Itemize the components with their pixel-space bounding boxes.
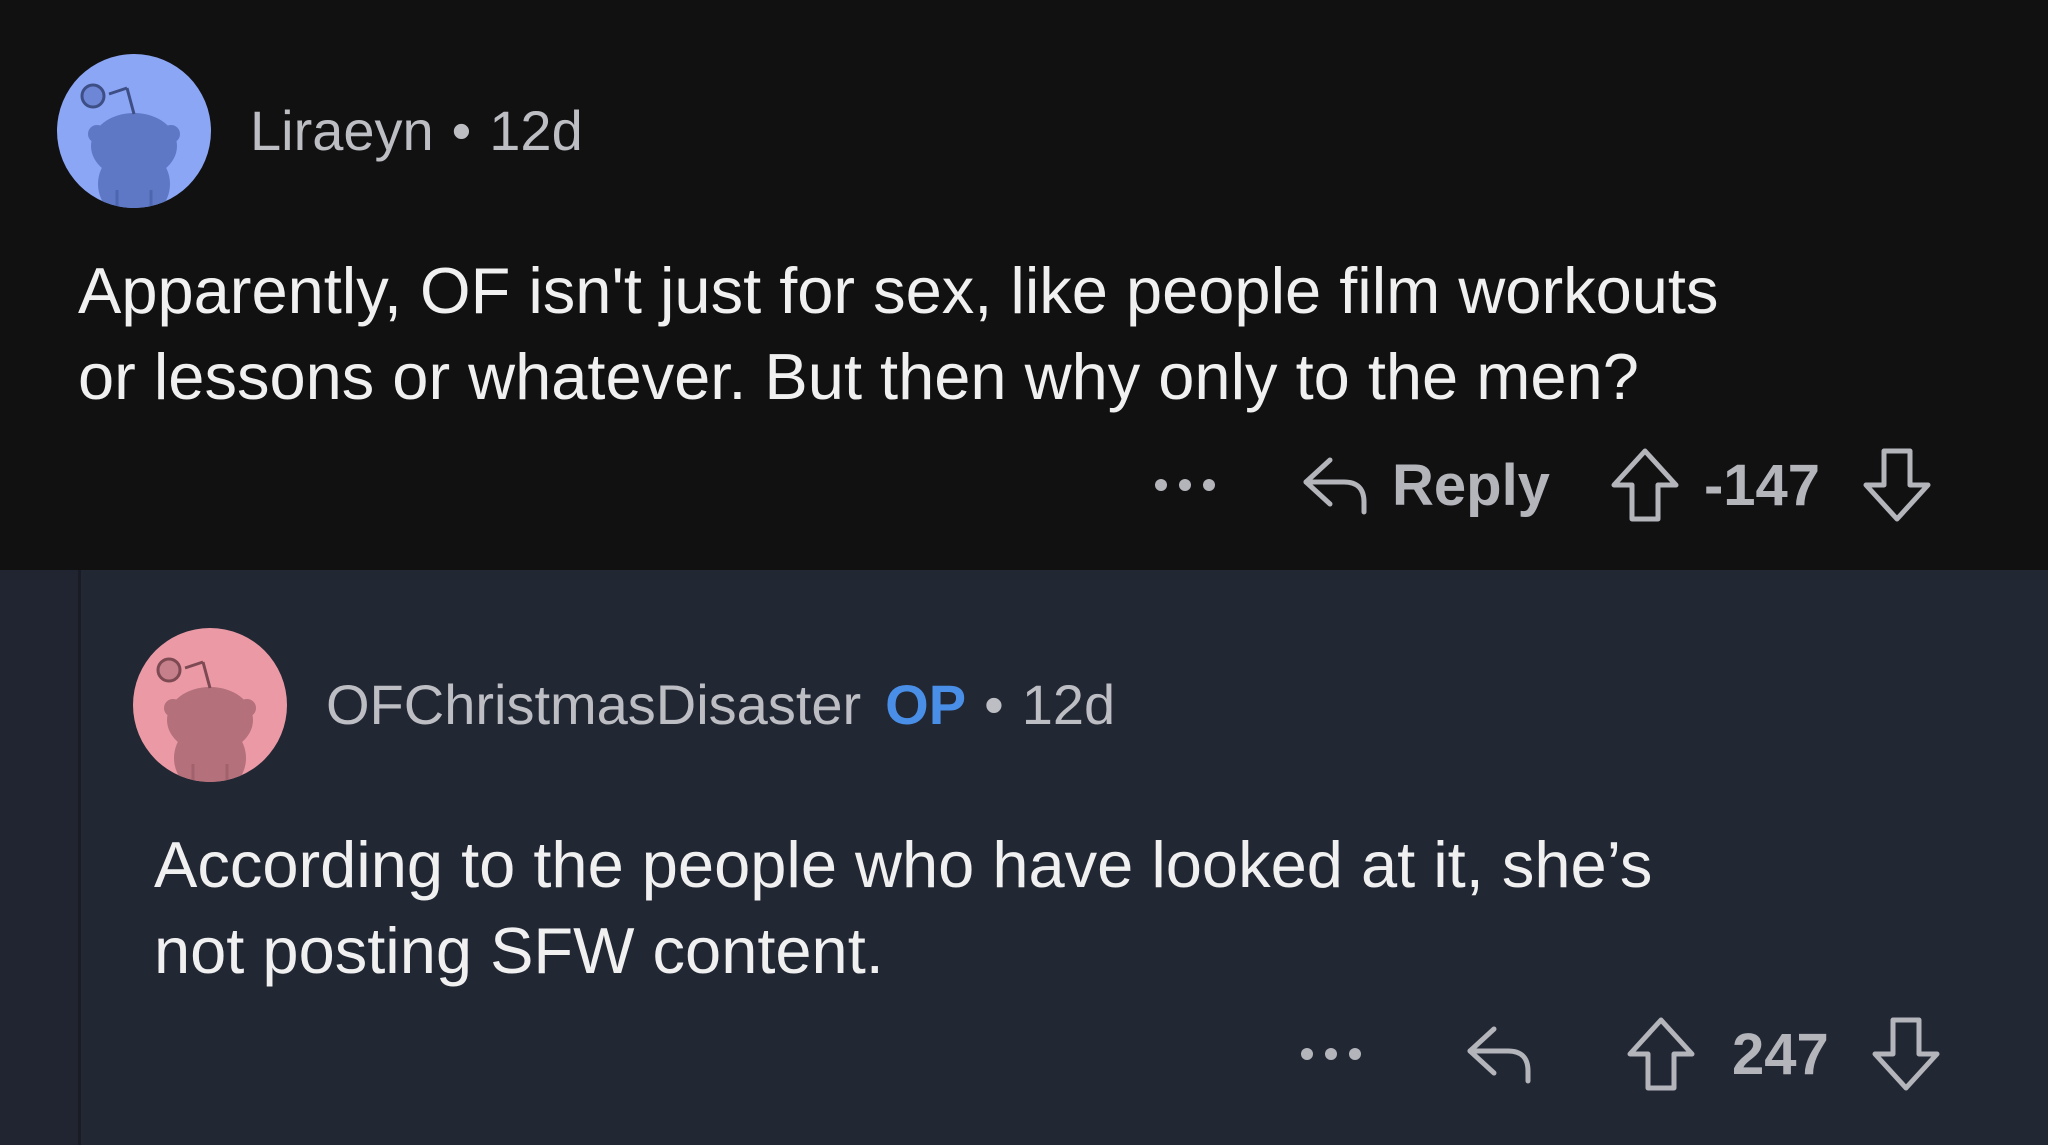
comment-meta: Liraeyn • 12d (250, 103, 583, 159)
comment-age: 12d (1021, 673, 1116, 736)
reply-button[interactable] (1464, 1021, 1534, 1087)
more-options-button[interactable] (1152, 475, 1218, 495)
comment-meta: OFChristmasDisaster OP • 12d (326, 677, 1115, 733)
comment-thread: Liraeyn • 12d Apparently, OF isn't just fo… (0, 0, 2048, 1145)
reply-button[interactable]: Reply (1300, 452, 1550, 519)
downvote-arrow-icon (1863, 448, 1931, 522)
reply-arrow-icon (1303, 457, 1367, 515)
comment-actions: 247 (1298, 1016, 1941, 1092)
thread-line[interactable] (0, 570, 81, 1145)
downvote-arrow-icon (1872, 1017, 1940, 1091)
comment-body: Apparently, OF isn't just for sex, like … (78, 248, 1718, 420)
username[interactable]: Liraeyn (250, 99, 434, 162)
reply-comment: OFChristmasDisaster OP • 12d According to t… (0, 570, 2048, 1145)
separator-dot: • (451, 99, 472, 162)
user-avatar[interactable] (57, 54, 211, 208)
snoo-avatar-icon (57, 54, 211, 208)
more-options-button[interactable] (1298, 1044, 1364, 1064)
user-avatar[interactable] (133, 628, 287, 782)
downvote-button[interactable] (1862, 447, 1932, 523)
vote-score: -147 (1703, 452, 1821, 518)
comment-body-line: or lessons or whatever. But then why onl… (78, 340, 1639, 413)
reply-label: Reply (1392, 452, 1550, 518)
upvote-button[interactable] (1626, 1016, 1696, 1092)
reply-arrow-icon (1467, 1026, 1531, 1084)
comment-body-line: not posting SFW content. (154, 914, 884, 987)
username[interactable]: OFChristmasDisaster (326, 673, 861, 736)
comment-body-line: According to the people who have looked … (154, 828, 1653, 901)
separator-dot: • (984, 673, 1004, 736)
op-badge: OP (885, 673, 967, 736)
comment: Liraeyn • 12d Apparently, OF isn't just fo… (0, 0, 2048, 570)
more-options-icon (1301, 1048, 1361, 1060)
snoo-avatar-icon (133, 628, 287, 782)
comment-body-line: Apparently, OF isn't just for sex, like … (78, 254, 1719, 327)
upvote-arrow-icon (1627, 1017, 1695, 1091)
upvote-arrow-icon (1611, 448, 1679, 522)
vote-score: 247 (1732, 1021, 1829, 1087)
comment-actions: Reply -147 (1152, 447, 1932, 523)
more-options-icon (1155, 479, 1215, 491)
upvote-button[interactable] (1610, 447, 1680, 523)
comment-body: According to the people who have looked … (154, 822, 1652, 994)
comment-age: 12d (489, 99, 583, 162)
downvote-button[interactable] (1871, 1016, 1941, 1092)
